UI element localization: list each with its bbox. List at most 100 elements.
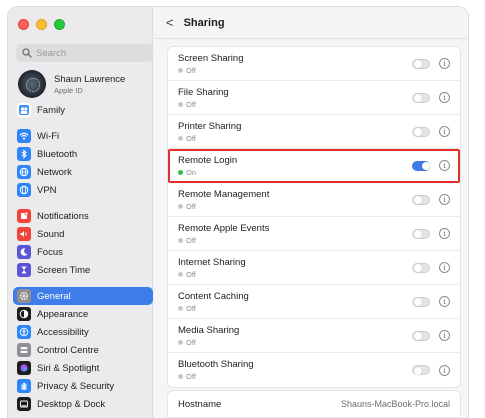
service-status-text: Off: [186, 133, 196, 143]
sidebar-item-label: Privacy & Security: [37, 380, 115, 392]
sidebar-item-label: Bluetooth: [37, 148, 78, 160]
service-toggle[interactable]: [412, 365, 430, 375]
info-icon[interactable]: i: [439, 228, 450, 239]
sidebar-item-wi-fi[interactable]: Wi-Fi: [13, 127, 153, 145]
settings-window: Shaun Lawrence Apple ID Family Wi-Fi Bluet…: [8, 7, 468, 418]
info-icon[interactable]: i: [439, 262, 450, 273]
info-icon[interactable]: i: [439, 92, 450, 103]
service-toggle[interactable]: [412, 58, 430, 69]
service-toggle[interactable]: [412, 262, 430, 273]
service-status-text: Off: [186, 269, 196, 279]
sidebar-item-desktop-dock[interactable]: Desktop & Dock: [13, 395, 153, 413]
service-toggle[interactable]: [412, 330, 430, 341]
service-toggle[interactable]: [412, 228, 430, 239]
service-status: Off: [178, 100, 412, 109]
dock-icon: [17, 397, 31, 411]
sidebar-search[interactable]: [16, 44, 153, 62]
sidebar-item-notifications[interactable]: Notifications: [13, 207, 153, 225]
moon-icon: [17, 245, 31, 259]
service-status-text: Off: [186, 372, 196, 381]
page-title: Sharing: [183, 16, 225, 29]
main-pane: < Sharing Screen Sharing Off i File Sharing…: [154, 7, 468, 418]
sidebar-item-label: VPN: [37, 184, 57, 196]
sidebar-item-network[interactable]: Network: [13, 163, 153, 181]
profile-name: Shaun Lawrence: [54, 73, 126, 85]
sidebar-item-appearance[interactable]: Appearance: [13, 305, 153, 323]
service-status: Off: [178, 66, 412, 75]
service-name: Screen Sharing: [178, 52, 244, 64]
sharing-row-text: Content Caching Off: [178, 291, 412, 313]
zoom-window-button[interactable]: [54, 19, 65, 30]
sidebar-item-sound[interactable]: Sound: [13, 225, 153, 243]
speaker-icon: [17, 227, 31, 241]
vpn-icon: [17, 183, 31, 197]
accessibility-icon: [17, 325, 31, 339]
info-icon[interactable]: i: [439, 364, 450, 376]
sidebar-item-label: Notifications: [37, 210, 89, 222]
sidebar-item-vpn[interactable]: VPN: [13, 181, 153, 199]
siri-icon: [17, 361, 31, 375]
sharing-row-text: Internet Sharing Off: [178, 257, 412, 279]
sharing-row-remote-apple-events: Remote Apple Events Off i: [168, 217, 460, 251]
service-status-text: Off: [186, 303, 196, 313]
service-toggle[interactable]: [412, 194, 430, 205]
close-window-button[interactable]: [18, 19, 29, 30]
avatar: [18, 70, 46, 98]
minimize-window-button[interactable]: [36, 19, 47, 30]
sidebar-item-focus[interactable]: Focus: [13, 243, 153, 261]
service-name: File Sharing: [178, 86, 229, 98]
sharing-row-screen-sharing: Screen Sharing Off i: [168, 47, 460, 81]
profile-subtitle: Apple ID: [54, 85, 83, 95]
hostname-row[interactable]: Hostname Shauns-MacBook-Pro.local: [167, 390, 461, 418]
sharing-row-printer-sharing: Printer Sharing Off i: [168, 115, 460, 149]
search-input[interactable]: [36, 47, 146, 59]
service-toggle[interactable]: [412, 126, 430, 137]
info-icon[interactable]: i: [439, 296, 450, 307]
service-status: On: [178, 168, 412, 177]
info-icon[interactable]: i: [439, 194, 450, 205]
info-icon[interactable]: i: [439, 58, 450, 69]
sidebar-item-label: General: [37, 290, 71, 302]
sidebar-item-bluetooth[interactable]: Bluetooth: [13, 145, 153, 163]
info-icon[interactable]: i: [439, 126, 450, 137]
sidebar: Shaun Lawrence Apple ID Family Wi-Fi Bluet…: [8, 7, 153, 418]
service-status: Off: [178, 202, 412, 211]
service-toggle[interactable]: [412, 92, 430, 103]
service-toggle[interactable]: [412, 160, 430, 171]
sidebar-item-privacy-security[interactable]: Privacy & Security: [13, 377, 153, 395]
service-name: Remote Login: [178, 154, 238, 166]
service-status-text: Off: [186, 65, 196, 75]
profile-text: Shaun Lawrence Apple ID: [54, 74, 125, 95]
service-toggle[interactable]: [412, 296, 430, 307]
sidebar-item-control-centre[interactable]: Control Centre: [13, 341, 153, 359]
sidebar-item-label: Wi-Fi: [37, 130, 60, 142]
status-dot-icon: [178, 339, 183, 345]
sidebar-item-family[interactable]: Family: [13, 101, 153, 119]
sharing-row-text: Remote Login On: [178, 155, 412, 177]
family-icon: [17, 103, 31, 117]
sidebar-item-general[interactable]: General: [13, 287, 153, 305]
info-icon[interactable]: i: [439, 160, 450, 171]
sharing-services-list: Screen Sharing Off i File Sharing Off i Printe…: [167, 46, 461, 388]
gear-icon: [17, 289, 31, 303]
status-dot-icon: [178, 169, 183, 175]
sidebar-item-siri-spotlight[interactable]: Siri & Spotlight: [13, 359, 153, 377]
apple-id-profile[interactable]: Shaun Lawrence Apple ID: [18, 70, 125, 98]
sharing-row-bluetooth-sharing: Bluetooth Sharing Off i: [168, 353, 460, 387]
hand-icon: [17, 379, 31, 393]
back-button[interactable]: <: [166, 15, 174, 30]
sharing-row-remote-management: Remote Management Off i: [168, 183, 460, 217]
sharing-row-text: Remote Apple Events Off: [178, 223, 412, 245]
service-name: Content Caching: [178, 290, 249, 302]
service-name: Printer Sharing: [178, 120, 242, 132]
sidebar-item-label: Family: [37, 104, 65, 116]
service-name: Internet Sharing: [178, 256, 246, 268]
status-dot-icon: [178, 271, 183, 277]
sidebar-item-accessibility[interactable]: Accessibility: [13, 323, 153, 341]
sidebar-item-label: Sound: [37, 228, 65, 240]
appearance-icon: [17, 307, 31, 321]
info-icon[interactable]: i: [439, 330, 450, 341]
sidebar-item-screen-time[interactable]: Screen Time: [13, 261, 153, 279]
